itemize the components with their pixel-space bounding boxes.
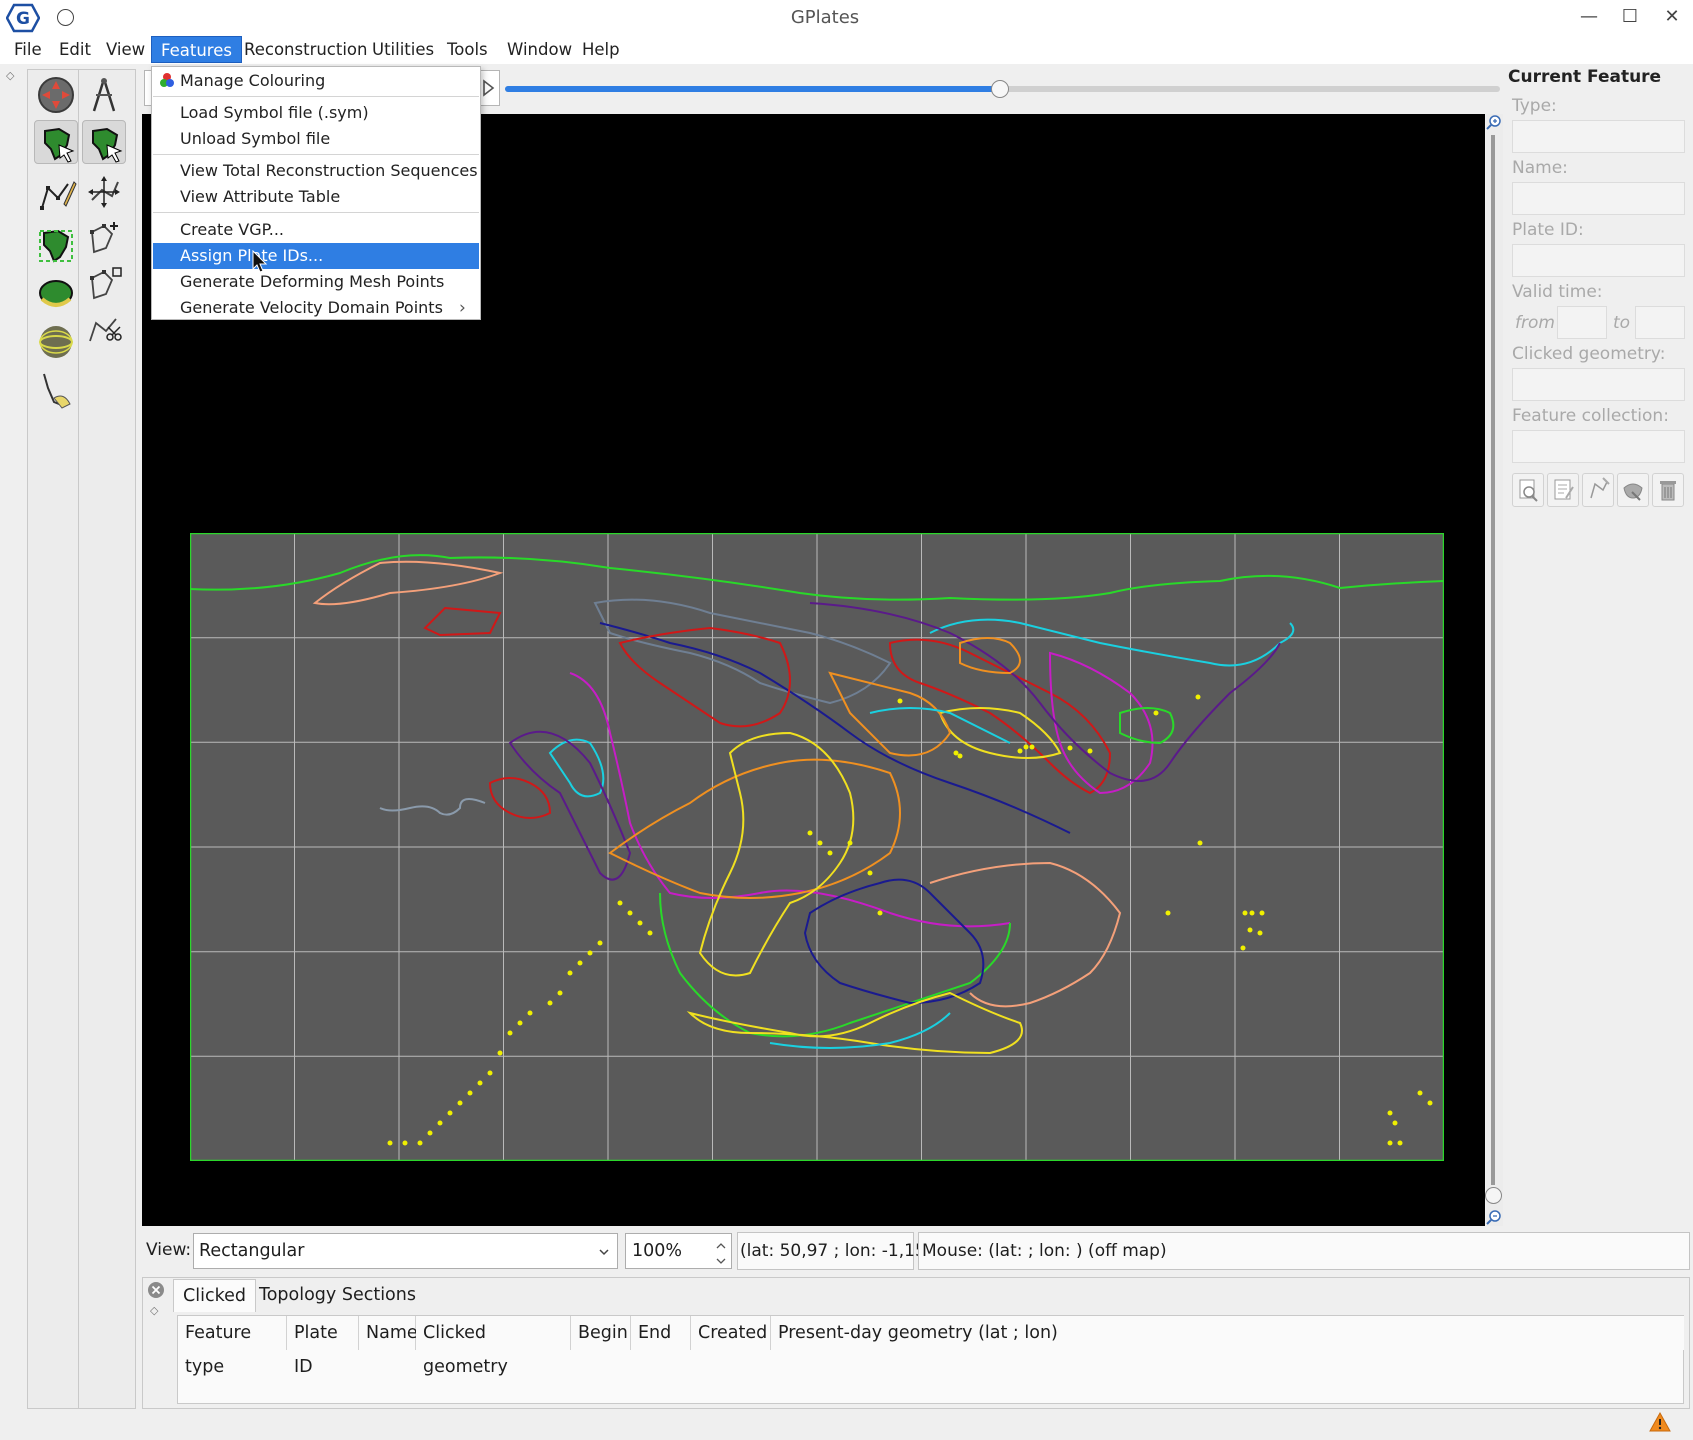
mouse-coordinates: Mouse: (lat: ; lon: ) (off map) <box>922 1241 1167 1261</box>
menu-reconstruction[interactable]: Reconstruction <box>235 36 376 63</box>
tab-topology-sections[interactable]: Topology Sections <box>250 1279 425 1312</box>
menu-separator <box>153 212 479 213</box>
tab-clicked[interactable]: Clicked <box>173 1279 256 1312</box>
projection-select-value: Rectangular <box>199 1241 305 1261</box>
split-feature-tool-icon[interactable] <box>82 309 126 353</box>
measure-distance-tool-icon[interactable] <box>34 368 78 412</box>
menu-item-manage-colouring[interactable]: Manage Colouring <box>153 68 479 94</box>
mouse-coordinates-box: Mouse: (lat: ; lon: ) (off map) <box>918 1232 1690 1270</box>
valid-time-to-field <box>1635 306 1685 339</box>
edit-topology-tool-icon[interactable] <box>34 271 78 315</box>
delete-vertex-tool-icon[interactable] <box>82 262 126 306</box>
type-field <box>1512 120 1685 153</box>
clone-feature-button[interactable] <box>1617 473 1649 507</box>
menu-window[interactable]: Window <box>498 36 581 63</box>
menu-view[interactable]: View <box>97 36 154 63</box>
view-label: View: <box>146 1240 192 1260</box>
column-header-created[interactable]: Created <box>691 1316 771 1350</box>
column-header-end[interactable]: End <box>631 1316 691 1350</box>
features-menu-dropdown: Manage Colouring Load Symbol file (.sym)… <box>151 66 481 320</box>
choose-feature-alt-tool-icon[interactable] <box>82 120 126 164</box>
small-circle-tool-icon[interactable] <box>34 320 78 364</box>
move-vertex-tool-icon[interactable] <box>82 170 126 214</box>
valid-time-from-field <box>1557 306 1607 339</box>
menu-item-load-symbol-file[interactable]: Load Symbol file (.sym) <box>153 100 479 126</box>
time-slider-fill <box>505 86 1000 92</box>
digitise-polyline-tool-icon[interactable] <box>34 174 78 218</box>
feature-collection-field <box>1512 430 1685 463</box>
valid-time-label: Valid time: <box>1512 282 1603 302</box>
plate-id-label: Plate ID: <box>1512 220 1584 240</box>
clone-geometry-button[interactable] <box>1582 473 1614 507</box>
rectangular-map[interactable] <box>190 533 1444 1161</box>
query-feature-button[interactable] <box>1512 473 1544 507</box>
menu-item-generate-deforming-mesh-points[interactable]: Generate Deforming Mesh Points <box>153 269 479 295</box>
close-panel-icon[interactable] <box>147 1281 165 1304</box>
menu-item-generate-velocity-domain-points[interactable]: Generate Velocity Domain Points <box>153 295 479 321</box>
menu-item-assign-plate-ids[interactable]: Assign Plate IDs... <box>153 243 479 269</box>
mouse-cursor-icon <box>252 249 268 279</box>
feature-collection-label: Feature collection: <box>1512 406 1669 426</box>
chevron-down-icon <box>598 1243 610 1263</box>
column-header-clicked-geometry[interactable]: Clicked geometry <box>416 1316 571 1377</box>
spin-down-icon[interactable] <box>715 1252 727 1272</box>
menu-item-unload-symbol-file[interactable]: Unload Symbol file <box>153 126 479 152</box>
projection-select[interactable]: Rectangular <box>193 1233 618 1269</box>
zoom-slider-track[interactable] <box>1491 135 1495 1185</box>
minimize-button[interactable]: — <box>1575 6 1603 30</box>
zoom-level-value: 100% <box>632 1241 683 1261</box>
time-slider-handle[interactable] <box>991 80 1009 98</box>
menu-item-create-vgp[interactable]: Create VGP... <box>153 217 479 243</box>
plate-id-field <box>1512 244 1685 277</box>
zoom-in-icon[interactable] <box>1485 114 1502 136</box>
column-header-name[interactable]: Name <box>359 1316 418 1350</box>
name-label: Name: <box>1512 158 1568 178</box>
choose-feature-tool-icon[interactable] <box>34 120 78 164</box>
menu-item-view-total-reconstruction-sequences[interactable]: View Total Reconstruction Sequences <box>153 158 479 184</box>
column-header-feature-type[interactable]: Feature type <box>178 1316 287 1377</box>
camera-coordinates-box: (lat: 50,97 ; lon: -1,15) <box>737 1232 932 1270</box>
insert-vertex-tool-icon[interactable] <box>82 216 126 260</box>
column-header-present-day-geometry[interactable]: Present-day geometry (lat ; lon) <box>771 1316 1684 1350</box>
camera-coordinates: (lat: 50,97 ; lon: -1,15) <box>740 1241 933 1261</box>
menu-separator <box>153 96 479 97</box>
maximize-button[interactable]: ☐ <box>1616 6 1644 30</box>
menu-help[interactable]: Help <box>573 36 629 63</box>
menu-file[interactable]: File <box>5 36 51 63</box>
column-header-begin[interactable]: Begin <box>571 1316 631 1350</box>
warning-icon[interactable] <box>1648 1411 1672 1438</box>
play-icon[interactable] <box>481 78 496 98</box>
delete-feature-button[interactable] <box>1652 473 1684 507</box>
menu-edit[interactable]: Edit <box>50 36 100 63</box>
close-window-button[interactable]: ✕ <box>1658 6 1686 30</box>
zoom-level-spinbox[interactable]: 100% <box>625 1233 732 1269</box>
status-bar <box>0 1410 1693 1440</box>
name-field <box>1512 182 1685 215</box>
edit-feature-button[interactable] <box>1547 473 1579 507</box>
compass-tool-icon[interactable] <box>82 73 126 117</box>
zoom-out-icon[interactable] <box>1485 1209 1502 1231</box>
type-label: Type: <box>1512 96 1557 116</box>
menu-utilities[interactable]: Utilities <box>363 36 443 63</box>
clicked-geometry-field <box>1512 368 1685 401</box>
tool-palette-view <box>27 69 85 1409</box>
menu-features[interactable]: Features <box>151 36 242 63</box>
panel-float-icon[interactable]: ◇ <box>150 1304 158 1317</box>
submenu-arrow-icon: › <box>459 298 466 318</box>
column-header-plate-id[interactable]: Plate ID <box>287 1316 359 1377</box>
menu-item-view-attribute-table[interactable]: View Attribute Table <box>153 184 479 210</box>
toolbar-handle-icon[interactable]: ◇ <box>6 69 18 83</box>
to-label: to <box>1613 313 1631 333</box>
zoom-slider-handle[interactable] <box>1485 1187 1502 1204</box>
current-feature-title: Current Feature <box>1508 67 1662 87</box>
build-topology-tool-icon[interactable] <box>34 223 78 267</box>
menu-separator <box>153 154 479 155</box>
drag-globe-tool-icon[interactable] <box>34 73 78 117</box>
window-title: GPlates <box>790 7 860 28</box>
menu-tools[interactable]: Tools <box>438 36 497 63</box>
clicked-geometry-label: Clicked geometry: <box>1512 344 1666 364</box>
menu-bar: File Edit View Features Reconstruction U… <box>0 36 1693 64</box>
from-label: from <box>1515 313 1555 333</box>
